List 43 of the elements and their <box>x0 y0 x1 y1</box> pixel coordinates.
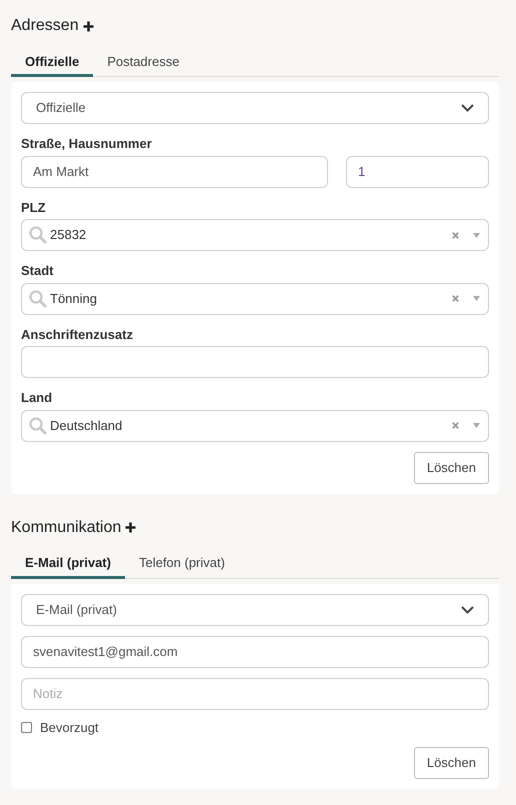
section-title: Kommunikation <box>11 518 122 538</box>
house-number-field[interactable]: 1 <box>346 156 489 188</box>
field-value: 25832 <box>50 226 88 244</box>
search-field[interactable]: 25832 <box>21 219 489 251</box>
input-field[interactable]: svenavitest1@gmail.com <box>21 636 489 668</box>
type-select[interactable]: Offizielle <box>21 92 489 124</box>
search-icon <box>28 288 48 308</box>
dropdown-icon[interactable] <box>473 232 480 238</box>
chevron-down-icon <box>461 104 474 112</box>
type-select[interactable]: E-Mail (privat) <box>21 594 489 626</box>
checkbox-label: Bevorzugt <box>40 718 99 737</box>
tab[interactable]: Offizielle <box>11 49 94 77</box>
search-field[interactable]: Tönning <box>21 282 489 314</box>
section-title: Adressen <box>11 16 79 36</box>
street-field[interactable]: Am Markt <box>21 156 328 188</box>
field-value: Deutschland <box>50 416 124 435</box>
tab[interactable]: Postadresse <box>93 49 194 77</box>
delete-button[interactable]: Löschen <box>414 747 489 779</box>
field-label: Anschriftenzusatz <box>21 326 134 344</box>
search-field[interactable]: Deutschland <box>21 410 489 442</box>
dropdown-icon[interactable] <box>473 296 480 301</box>
select-value: E-Mail (privat) <box>36 600 117 619</box>
add-icon[interactable] <box>82 20 94 32</box>
field-label: PLZ <box>21 198 47 216</box>
select-value: Offizielle <box>36 99 86 118</box>
field-label: Stadt <box>21 262 54 280</box>
search-icon <box>28 416 48 436</box>
checkbox[interactable] <box>21 722 32 733</box>
tab[interactable]: Telefon (privat) <box>124 550 239 578</box>
search-icon <box>28 225 48 245</box>
field-label: Straße, Hausnummer <box>21 135 153 153</box>
field-value: Tönning <box>50 290 98 308</box>
input-field[interactable] <box>21 346 489 378</box>
clear-icon[interactable] <box>452 295 459 302</box>
input-field[interactable]: Notiz <box>21 678 489 710</box>
dropdown-icon[interactable] <box>473 423 480 428</box>
chevron-down-icon <box>461 606 474 614</box>
delete-button[interactable]: Löschen <box>414 452 489 484</box>
add-icon[interactable] <box>125 522 136 533</box>
field-label: Land <box>21 389 54 407</box>
clear-icon[interactable] <box>452 422 459 429</box>
clear-icon[interactable] <box>452 232 459 238</box>
tab[interactable]: E-Mail (privat) <box>11 550 125 578</box>
